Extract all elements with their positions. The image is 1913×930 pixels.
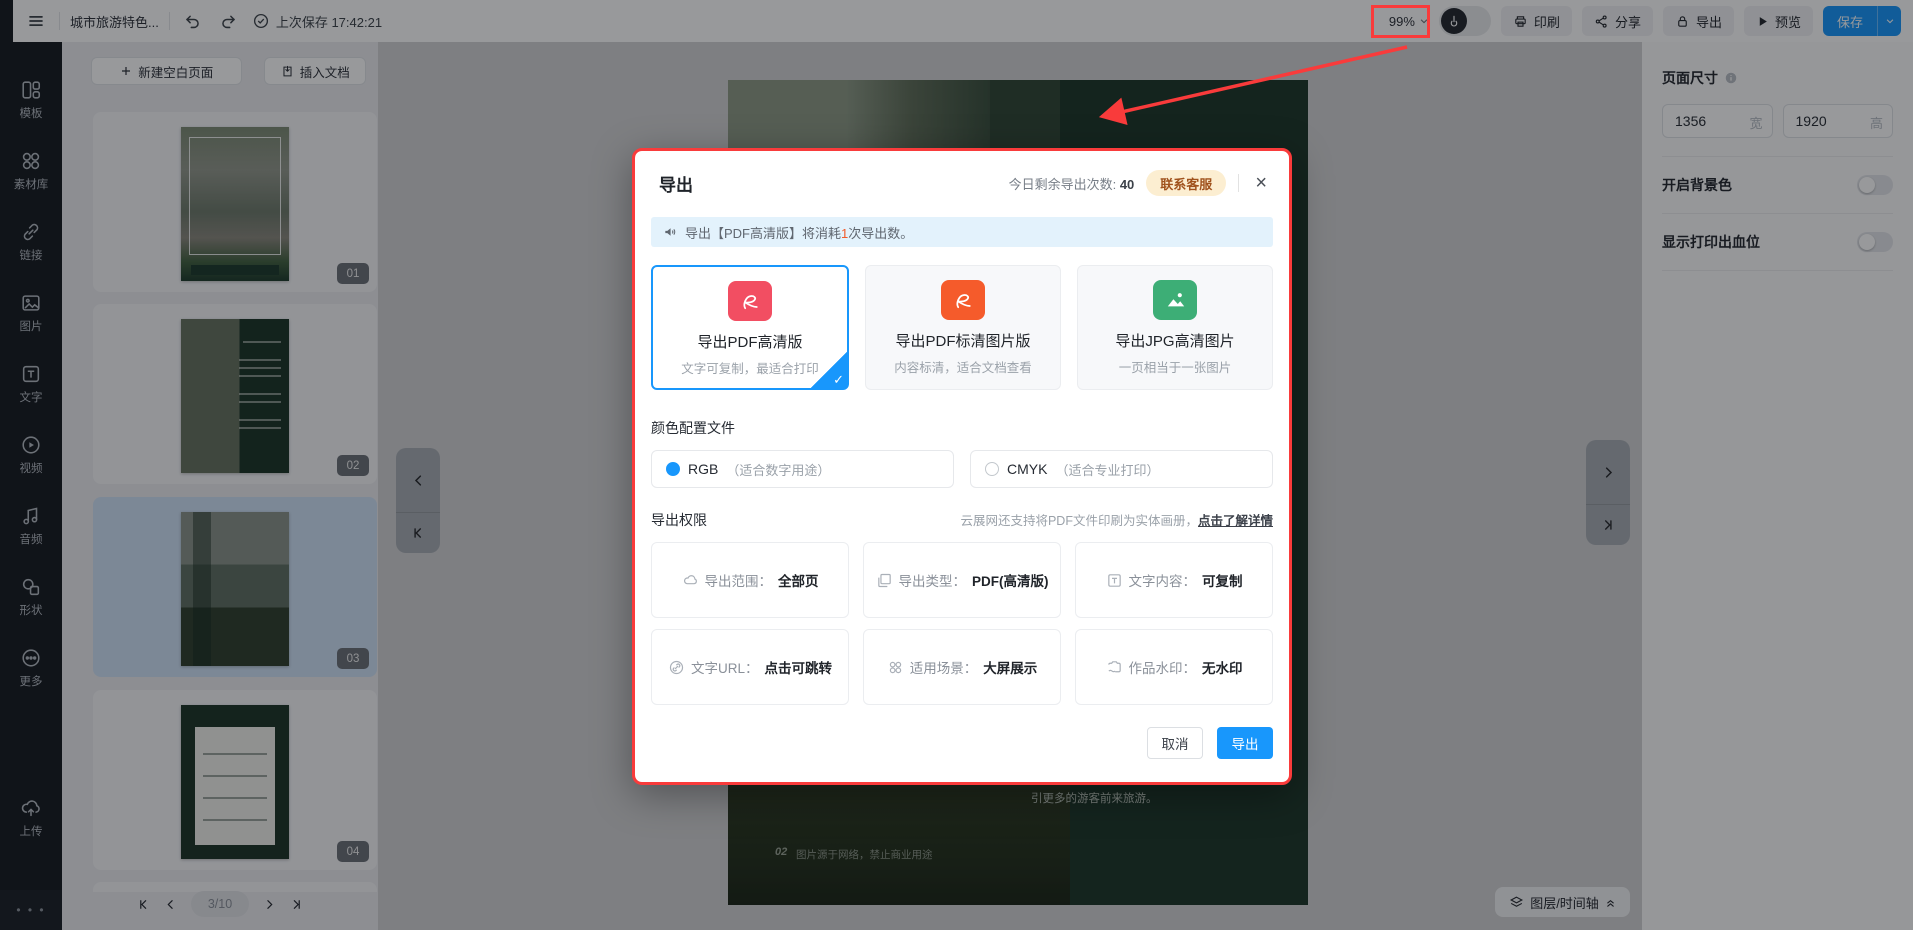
learn-more-link[interactable]: 点击了解详情: [1198, 514, 1273, 528]
cmyk-label: CMYK: [1007, 461, 1047, 477]
perm-export-type: 导出类型： PDF(高清版): [863, 542, 1061, 618]
option-title: 导出JPG高清图片: [1115, 330, 1234, 351]
cmyk-desc: （适合专业打印）: [1055, 460, 1159, 479]
remaining-count: 40: [1120, 177, 1134, 192]
perm-text-url: 文字URL： 点击可跳转: [651, 629, 849, 705]
option-desc: 文字可复制，最适合打印: [681, 358, 819, 377]
remaining-exports-text: 今日剩余导出次数: 40: [1009, 174, 1135, 193]
radio-cmyk[interactable]: CMYK （适合专业打印）: [970, 450, 1273, 488]
modal-title: 导出: [659, 171, 693, 196]
export-modal: 导出 今日剩余导出次数: 40 联系客服 × 导出【PDF高清版】将消耗1次导出…: [632, 148, 1292, 785]
contact-support-button[interactable]: 联系客服: [1146, 170, 1226, 196]
perm-export-range: 导出范围： 全部页: [651, 542, 849, 618]
jpg-icon: [1153, 280, 1197, 320]
perm-watermark: 作品水印： 无水印: [1075, 629, 1273, 705]
selected-check-icon: ✓: [810, 351, 848, 389]
perm-scene: 适用场景： 大屏展示: [863, 629, 1061, 705]
radio-unselected-icon: [985, 462, 999, 476]
option-title: 导出PDF标清图片版: [895, 330, 1030, 351]
radio-selected-icon: [666, 462, 680, 476]
watermark-icon: [1106, 659, 1123, 676]
pdf-hd-icon: [728, 281, 772, 321]
pdf-sd-icon: [941, 280, 985, 320]
option-desc: 内容标清，适合文档查看: [894, 357, 1032, 376]
text-url-icon: [668, 659, 685, 676]
text-content-icon: [1106, 572, 1123, 589]
radio-rgb[interactable]: RGB （适合数字用途）: [651, 450, 954, 488]
option-pdf-sd[interactable]: 导出PDF标清图片版 内容标清，适合文档查看: [865, 265, 1061, 390]
export-type-icon: [876, 572, 893, 589]
close-icon[interactable]: ×: [1251, 171, 1271, 195]
rgb-desc: （适合数字用途）: [726, 460, 830, 479]
divider: [1238, 174, 1239, 192]
notice-text: 导出【PDF高清版】将消耗1次导出数。: [685, 223, 913, 242]
export-cost-notice: 导出【PDF高清版】将消耗1次导出数。: [651, 217, 1273, 247]
speaker-icon: [663, 225, 677, 239]
app-root: 模板 素材库 链接 图片 文字 视频: [0, 0, 1913, 930]
export-range-icon: [682, 572, 699, 589]
rgb-label: RGB: [688, 461, 718, 477]
confirm-export-button[interactable]: 导出: [1217, 727, 1273, 759]
export-permission-label: 导出权限: [651, 510, 707, 530]
scene-icon: [887, 659, 904, 676]
option-pdf-hd[interactable]: 导出PDF高清版 文字可复制，最适合打印 ✓: [651, 265, 849, 390]
print-tip-text: 云展网还支持将PDF文件印刷为实体画册，点击了解详情: [960, 510, 1273, 529]
perm-text-content: 文字内容： 可复制: [1075, 542, 1273, 618]
color-profile-label: 颜色配置文件: [651, 418, 1273, 438]
option-title: 导出PDF高清版: [697, 331, 802, 352]
cancel-button[interactable]: 取消: [1147, 727, 1203, 759]
option-jpg-hd[interactable]: 导出JPG高清图片 一页相当于一张图片: [1077, 265, 1273, 390]
option-desc: 一页相当于一张图片: [1119, 357, 1232, 376]
